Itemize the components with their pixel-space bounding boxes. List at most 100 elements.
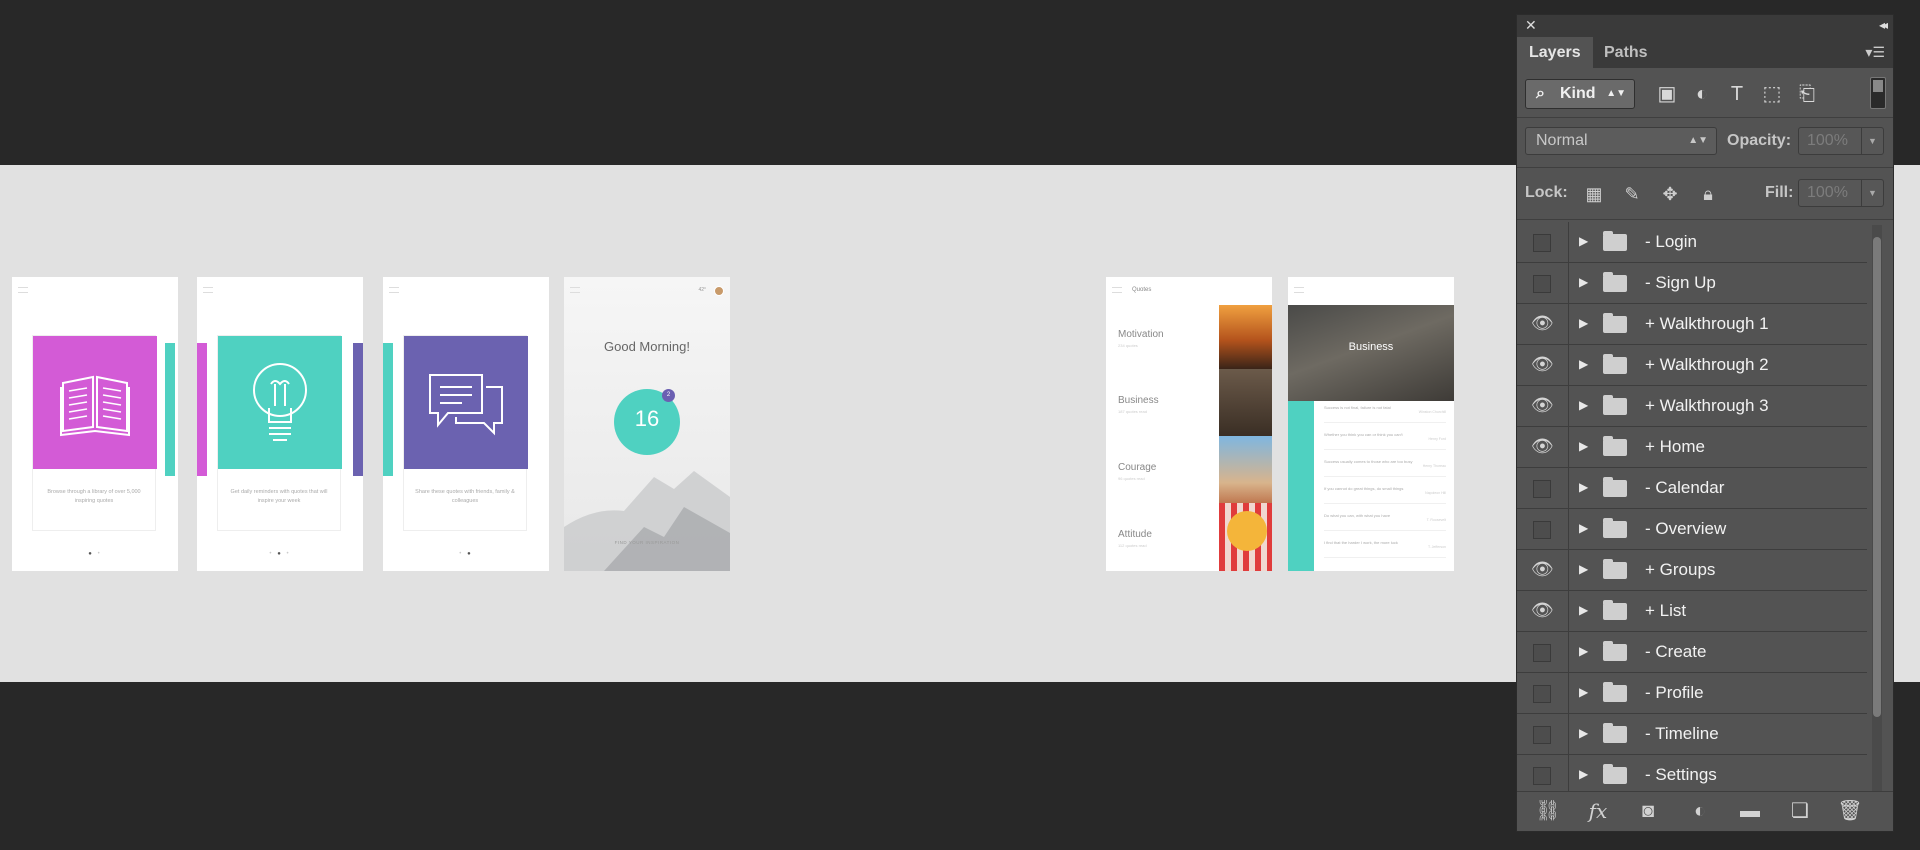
expand-triangle-icon[interactable]: ▶ xyxy=(1579,316,1588,330)
category-item-label[interactable]: Motivation xyxy=(1118,329,1164,340)
fill-field[interactable]: 100% ▼ xyxy=(1798,179,1884,207)
dropdown-arrow-icon[interactable]: ▼ xyxy=(1861,128,1883,154)
quote-row[interactable]: Do what you can, with what you have T. Ro… xyxy=(1324,513,1446,531)
image-filter-icon[interactable]: ▣ xyxy=(1652,79,1682,109)
layer-row[interactable]: 👁︎ ▶ + Groups xyxy=(1517,550,1867,591)
smart-object-filter-icon[interactable]: ⎗ xyxy=(1792,79,1822,109)
layer-name[interactable]: - Login xyxy=(1645,232,1697,252)
layer-row[interactable]: 👁︎ ▶ + Walkthrough 3 xyxy=(1517,386,1867,427)
layer-row[interactable]: ▶ - Overview xyxy=(1517,509,1867,550)
shape-filter-icon[interactable]: ⬚ xyxy=(1757,79,1787,109)
quote-row[interactable]: Success usually comes to those who are t… xyxy=(1324,459,1446,477)
layer-visibility-toggle[interactable] xyxy=(1517,222,1569,262)
layer-name[interactable]: + Groups xyxy=(1645,560,1715,580)
panel-titlebar[interactable]: ✕ ◂◂ xyxy=(1517,15,1893,37)
artboard-walkthrough-2[interactable]: Get daily reminders with quotes that wil… xyxy=(197,277,363,571)
layer-visibility-toggle[interactable]: 👁︎ xyxy=(1517,427,1569,467)
layer-visibility-toggle[interactable]: 👁︎ xyxy=(1517,345,1569,385)
category-item-label[interactable]: Attitude xyxy=(1118,529,1152,540)
layer-visibility-toggle[interactable]: 👁︎ xyxy=(1517,386,1569,426)
layer-name[interactable]: - Calendar xyxy=(1645,478,1724,498)
tab-layers[interactable]: Layers xyxy=(1517,37,1593,68)
layer-row[interactable]: 👁︎ ▶ + Walkthrough 2 xyxy=(1517,345,1867,386)
new-group-icon[interactable]: ▬ xyxy=(1735,798,1765,824)
layer-visibility-toggle[interactable] xyxy=(1517,632,1569,672)
quote-row[interactable]: Whether you think you can or think you c… xyxy=(1324,432,1446,450)
category-item-label[interactable]: Business xyxy=(1118,395,1159,406)
layer-name[interactable]: + Walkthrough 1 xyxy=(1645,314,1769,334)
expand-triangle-icon[interactable]: ▶ xyxy=(1579,439,1588,453)
adjustment-layer-icon[interactable]: ◐ xyxy=(1685,798,1715,824)
expand-triangle-icon[interactable]: ▶ xyxy=(1579,275,1588,289)
opacity-field[interactable]: 100% ▼ xyxy=(1798,127,1884,155)
lock-transparent-icon[interactable]: ▦ xyxy=(1581,181,1607,207)
close-icon[interactable]: ✕ xyxy=(1525,17,1537,34)
avatar[interactable] xyxy=(714,286,724,296)
tab-paths[interactable]: Paths xyxy=(1592,37,1660,68)
layer-list-scrollbar[interactable] xyxy=(1872,225,1882,800)
layer-visibility-toggle[interactable] xyxy=(1517,714,1569,754)
expand-triangle-icon[interactable]: ▶ xyxy=(1579,521,1588,535)
artboard-groups[interactable]: Business Success is not final, failure i… xyxy=(1288,277,1454,571)
layer-row[interactable]: 👁︎ ▶ + Walkthrough 1 xyxy=(1517,304,1867,345)
expand-triangle-icon[interactable]: ▶ xyxy=(1579,357,1588,371)
quote-row[interactable]: Success is not final, failure is not fat… xyxy=(1324,405,1446,423)
artboard-home[interactable]: 42° Good Morning! 16 2 FIND YOUR INSPIRA… xyxy=(564,277,730,571)
layer-visibility-toggle[interactable] xyxy=(1517,468,1569,508)
layer-name[interactable]: - Profile xyxy=(1645,683,1704,703)
layer-name[interactable]: + List xyxy=(1645,601,1686,621)
layer-row[interactable]: ▶ - Sign Up xyxy=(1517,263,1867,304)
layer-name[interactable]: + Walkthrough 3 xyxy=(1645,396,1769,416)
layer-row[interactable]: ▶ - Profile xyxy=(1517,673,1867,714)
layer-name[interactable]: + Home xyxy=(1645,437,1705,457)
panel-menu-icon[interactable]: ▾☰ xyxy=(1865,44,1885,61)
layer-name[interactable]: - Overview xyxy=(1645,519,1726,539)
expand-triangle-icon[interactable]: ▶ xyxy=(1579,562,1588,576)
add-mask-icon[interactable]: ◙ xyxy=(1633,798,1663,824)
lock-pixels-icon[interactable]: ✎ xyxy=(1619,181,1645,207)
layer-name[interactable]: + Walkthrough 2 xyxy=(1645,355,1769,375)
layer-row[interactable]: ▶ - Settings xyxy=(1517,755,1867,795)
expand-triangle-icon[interactable]: ▶ xyxy=(1579,480,1588,494)
expand-triangle-icon[interactable]: ▶ xyxy=(1579,685,1588,699)
layer-visibility-toggle[interactable]: 👁︎ xyxy=(1517,304,1569,344)
layer-name[interactable]: - Timeline xyxy=(1645,724,1719,744)
dropdown-arrow-icon[interactable]: ▼ xyxy=(1861,180,1883,206)
layer-name[interactable]: - Sign Up xyxy=(1645,273,1716,293)
type-filter-icon[interactable]: T xyxy=(1722,79,1752,109)
expand-triangle-icon[interactable]: ▶ xyxy=(1579,726,1588,740)
artboard-list[interactable]: Quotes Motivation 234 quotes Business 18… xyxy=(1106,277,1272,571)
expand-triangle-icon[interactable]: ▶ xyxy=(1579,398,1588,412)
scrollbar-thumb[interactable] xyxy=(1873,237,1881,717)
quote-row[interactable]: If you cannot do great things, do small … xyxy=(1324,486,1446,504)
lock-position-icon[interactable]: ✥ xyxy=(1657,181,1683,207)
artboard-walkthrough-3[interactable]: Share these quotes with friends, family … xyxy=(383,277,549,571)
link-layers-icon[interactable]: ⛓ xyxy=(1533,798,1563,824)
layer-visibility-toggle[interactable] xyxy=(1517,673,1569,713)
lock-all-icon[interactable]: 🔒︎ xyxy=(1695,181,1721,207)
layer-visibility-toggle[interactable] xyxy=(1517,755,1569,795)
layer-visibility-toggle[interactable] xyxy=(1517,263,1569,303)
layer-row[interactable]: 👁︎ ▶ + Home xyxy=(1517,427,1867,468)
expand-triangle-icon[interactable]: ▶ xyxy=(1579,644,1588,658)
filter-toggle[interactable] xyxy=(1870,77,1886,109)
expand-triangle-icon[interactable]: ▶ xyxy=(1579,767,1588,781)
layer-row[interactable]: ▶ - Create xyxy=(1517,632,1867,673)
artboard-walkthrough-1[interactable]: Browse through a library of over 5,000 i… xyxy=(12,277,178,571)
category-item-label[interactable]: Courage xyxy=(1118,462,1156,473)
layer-row[interactable]: ▶ - Calendar xyxy=(1517,468,1867,509)
delete-layer-icon[interactable]: 🗑︎ xyxy=(1835,798,1865,824)
expand-triangle-icon[interactable]: ▶ xyxy=(1579,234,1588,248)
layer-row[interactable]: ▶ - Timeline xyxy=(1517,714,1867,755)
layer-row[interactable]: ▶ - Login xyxy=(1517,222,1867,263)
quote-row[interactable]: I find that the harder I work, the more … xyxy=(1324,540,1446,558)
filter-kind-select[interactable]: ⌕ Kind ▲▼ xyxy=(1525,79,1635,109)
blend-mode-select[interactable]: Normal ▲▼ xyxy=(1525,127,1717,155)
layer-name[interactable]: - Settings xyxy=(1645,765,1717,785)
layer-visibility-toggle[interactable]: 👁︎ xyxy=(1517,550,1569,590)
new-layer-icon[interactable]: ❏ xyxy=(1785,798,1815,824)
collapse-icon[interactable]: ◂◂ xyxy=(1879,18,1888,32)
adjustment-filter-icon[interactable]: ◐ xyxy=(1687,79,1717,109)
layer-name[interactable]: - Create xyxy=(1645,642,1706,662)
layer-row[interactable]: 👁︎ ▶ + List xyxy=(1517,591,1867,632)
